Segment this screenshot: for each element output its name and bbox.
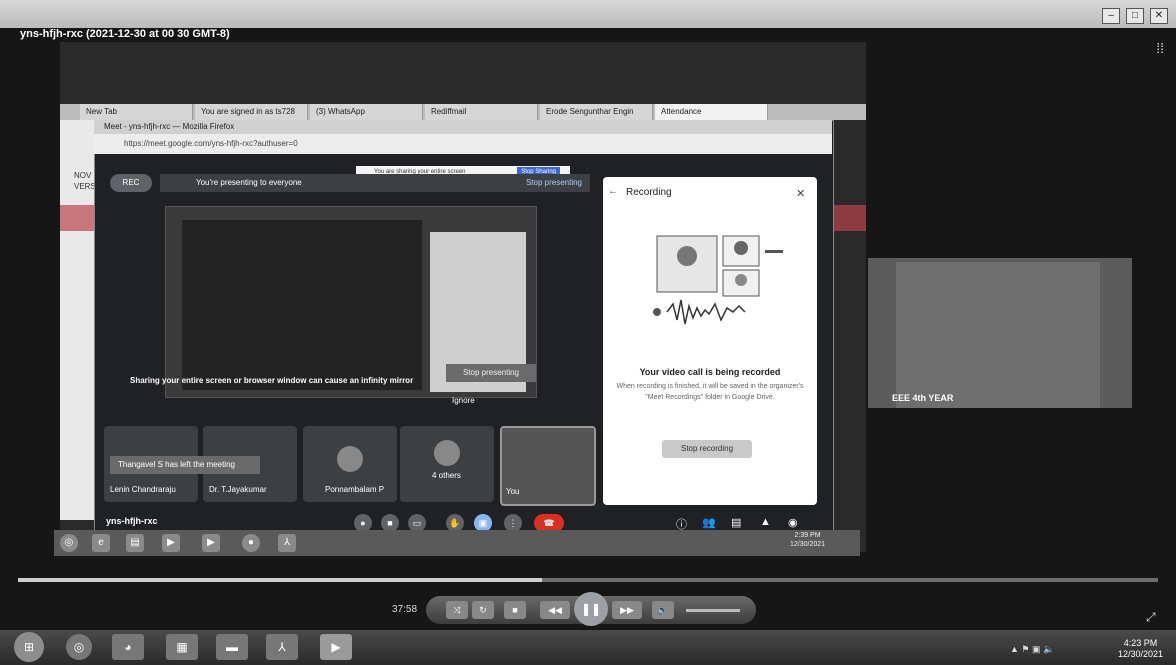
mirror-content [182, 220, 422, 390]
inner-clock-date: 12/30/2021 [790, 541, 826, 548]
presenting-text: You're presenting to everyone [196, 178, 302, 187]
participant-name: Ponnambalam P [325, 485, 385, 494]
elapsed-time: 37:58 [392, 604, 418, 615]
webcam-label: EEE 4th YEAR [892, 393, 954, 403]
stop-icon[interactable]: ■ [504, 601, 526, 619]
pdf-icon[interactable]: ⅄ [266, 634, 298, 660]
taskbar-clock-date: 12/30/2021 [1118, 649, 1164, 659]
participant-name: Dr. T.Jayakumar [209, 485, 267, 494]
browser-tab[interactable]: Rediffmail [425, 104, 538, 120]
start-icon[interactable]: ◎ [60, 534, 78, 552]
participant-name: 4 others [432, 471, 461, 480]
browser-tab[interactable]: (3) WhatsApp [310, 104, 423, 120]
participant-tile[interactable]: Ponnambalam P [303, 426, 397, 502]
shuffle-icon[interactable]: ⤨ [446, 601, 468, 619]
presenting-bar: You're presenting to everyone Stop prese… [160, 174, 590, 192]
avatar [337, 446, 363, 472]
rec-badge: REC [110, 174, 152, 192]
stop-presenting-button[interactable]: Stop presenting [526, 174, 582, 192]
taskbar-clock-time: 4:23 PM [1123, 638, 1158, 648]
window-titlebar [0, 0, 1176, 30]
repeat-icon[interactable]: ↻ [472, 601, 494, 619]
webcam-image [896, 262, 1100, 408]
grid-icon[interactable]: ⁞⁞ [1156, 40, 1164, 56]
browser-tab[interactable]: New Tab [80, 104, 193, 120]
browser-tab[interactable]: Erode Sengunthar Engin [540, 104, 653, 120]
left-meeting-toast: Thangavel S has left the meeting [110, 456, 260, 474]
maximize-icon[interactable]: □ [1126, 8, 1144, 24]
inner-taskbar: ◎ e ▤ ▶ ▶ ● ⅄ [54, 530, 860, 556]
browser-tab[interactable]: You are signed in as ts728 [195, 104, 308, 120]
video-title: yns-hfjh-rxc (2021-12-30 at 00 30 GMT-8) [20, 28, 230, 40]
system-tray: ▲ ⚑ ▣ 🔈 [1010, 644, 1055, 654]
chrome-icon[interactable]: ● [242, 534, 260, 552]
play-pause-icon[interactable]: ❚❚ [574, 592, 608, 626]
avatar [434, 440, 460, 466]
media-icon[interactable]: ▶ [162, 534, 180, 552]
document-icon[interactable]: ▦ [166, 634, 198, 660]
ignore-button[interactable]: Ignore [452, 396, 475, 405]
activities-icon[interactable]: ▲ [760, 516, 771, 528]
meeting-code: yns-hfjh-rxc [106, 516, 158, 526]
prev-icon[interactable]: ◀◀ [540, 601, 570, 619]
participant-name: Lenin Chandraraju [110, 485, 176, 494]
back-arrow-icon[interactable]: ← [608, 186, 618, 197]
recording-description: When recording is finished, it will be s… [616, 383, 804, 401]
shield-icon[interactable]: ◉ [788, 516, 798, 529]
chat-icon[interactable]: ▤ [731, 516, 741, 529]
infinity-mirror-warning: Sharing your entire screen or browser wi… [130, 376, 414, 385]
volume-icon[interactable]: 🔈 [652, 601, 674, 619]
explorer-icon[interactable]: ▤ [126, 534, 144, 552]
firefox-icon[interactable]: ◕ [112, 634, 144, 660]
close-icon[interactable]: ✕ [796, 187, 805, 200]
fullscreen-icon[interactable]: ⤢ [1146, 610, 1156, 625]
inner-stop-presenting-button[interactable]: Stop presenting [446, 364, 536, 382]
self-tile[interactable]: You [500, 426, 596, 506]
volume-slider[interactable] [686, 609, 740, 612]
next-icon[interactable]: ▶▶ [612, 601, 642, 619]
firefox-title: Meet - yns-hfjh-rxc — Mozilla Firefox [94, 120, 832, 134]
url-bar[interactable]: https://meet.google.com/yns-hfjh-rxc?aut… [94, 134, 832, 154]
participant-tile[interactable]: 4 others [400, 426, 494, 502]
inner-clock: 2:39 PM 12/30/2021 [790, 531, 825, 549]
recording-headline: Your video call is being recorded [639, 367, 781, 377]
media-player-icon[interactable]: ▶ [202, 534, 220, 552]
media-player-taskbar-icon[interactable]: ▶ [320, 634, 352, 660]
close-window-icon[interactable]: ✕ [1150, 8, 1168, 24]
stop-recording-button[interactable]: Stop recording [662, 440, 752, 458]
browser-tab-bar: New Tab You are signed in as ts728 (3) W… [60, 104, 866, 120]
folder-icon[interactable]: ▬ [216, 634, 248, 660]
taskbar-clock: 4:23 PM 12/30/2021 [1118, 638, 1163, 660]
pdf-icon[interactable]: ⅄ [278, 534, 296, 552]
media-center-icon[interactable]: ◎ [66, 634, 92, 660]
start-button[interactable]: ⊞ [14, 632, 44, 662]
seek-bar-progress [18, 578, 543, 582]
inner-clock-time: 2:39 PM [794, 532, 821, 539]
browser-tab-active[interactable]: Attendance [655, 104, 768, 120]
participant-name: You [506, 487, 520, 496]
ie-icon[interactable]: e [92, 534, 110, 552]
people-icon[interactable]: 👥 [702, 516, 716, 529]
window-controls: – □ ✕ [1102, 8, 1168, 24]
recording-illustration [653, 235, 783, 325]
recording-panel-title: Recording [626, 187, 672, 198]
minimize-icon[interactable]: – [1102, 8, 1120, 24]
